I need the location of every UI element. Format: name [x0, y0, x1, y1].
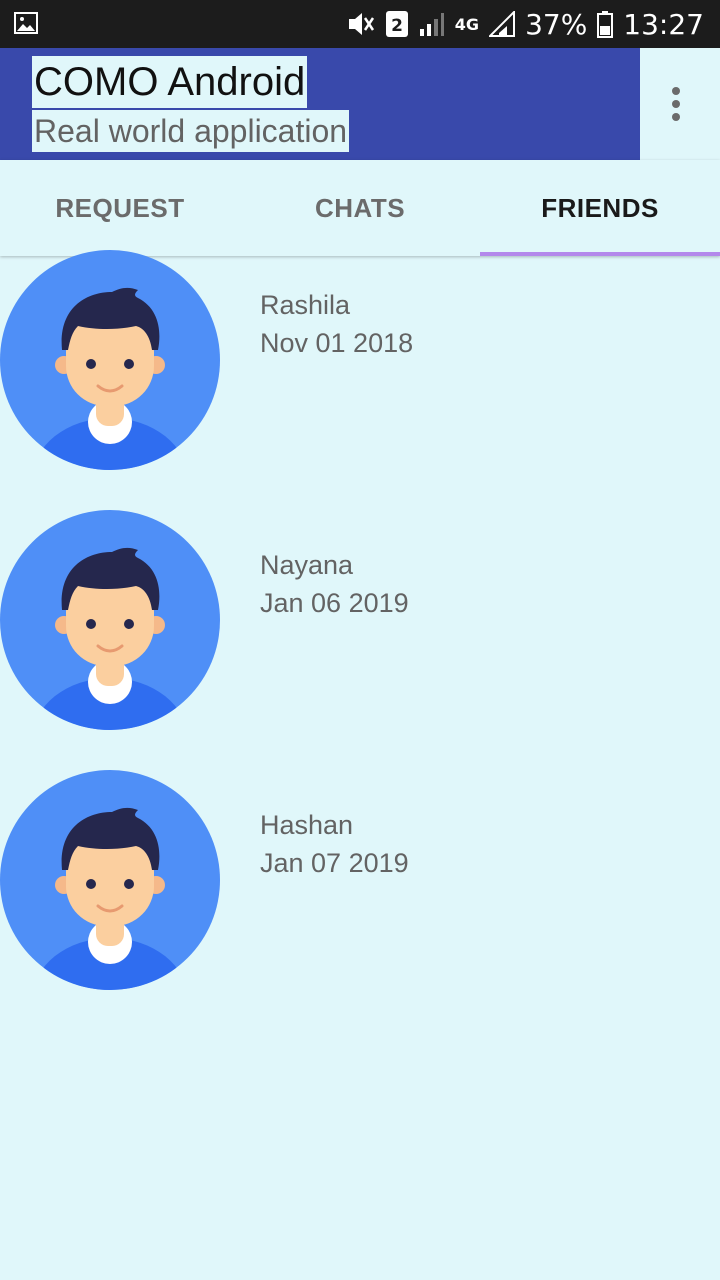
clock: 13:27 — [623, 7, 704, 41]
tab-friends[interactable]: FRIENDS — [480, 160, 720, 256]
title-block: COMO Android Real world application — [32, 56, 350, 152]
tab-chats[interactable]: CHATS — [240, 160, 480, 256]
list-item[interactable]: Rashila Nov 01 2018 — [0, 250, 720, 470]
network-type: 4G — [454, 14, 480, 34]
mute-icon — [348, 13, 374, 35]
avatar-icon — [0, 510, 220, 730]
battery-percent: 37% — [525, 7, 588, 41]
status-bar: 2 4G 37% 13:27 — [0, 0, 720, 48]
sim-icon: 2 — [385, 11, 408, 37]
signal-weak-icon — [419, 13, 444, 36]
overflow-area — [640, 48, 720, 160]
more-vert-icon[interactable] — [660, 80, 692, 128]
gallery-icon — [14, 12, 38, 34]
friend-name: Nayana — [260, 550, 354, 580]
battery-icon — [597, 11, 614, 38]
friend-date: Jan 06 2019 — [260, 588, 409, 618]
friend-name: Rashila — [260, 290, 351, 320]
app-bar: COMO Android Real world application — [0, 48, 640, 160]
avatar-icon — [0, 250, 220, 470]
app-title: COMO Android — [32, 56, 308, 108]
avatar-icon — [0, 770, 220, 990]
friend-name: Hashan — [260, 810, 354, 840]
friend-date: Nov 01 2018 — [260, 328, 414, 358]
list-item[interactable]: Hashan Jan 07 2019 — [0, 770, 720, 990]
tab-bar: REQUEST CHATS FRIENDS — [0, 160, 720, 256]
signal-icon — [489, 11, 516, 37]
list-item[interactable]: Nayana Jan 06 2019 — [0, 510, 720, 730]
app-subtitle: Real world application — [32, 110, 350, 152]
sim-slot-label: 2 — [391, 16, 403, 36]
tab-request[interactable]: REQUEST — [0, 160, 240, 256]
friend-date: Jan 07 2019 — [260, 848, 409, 878]
